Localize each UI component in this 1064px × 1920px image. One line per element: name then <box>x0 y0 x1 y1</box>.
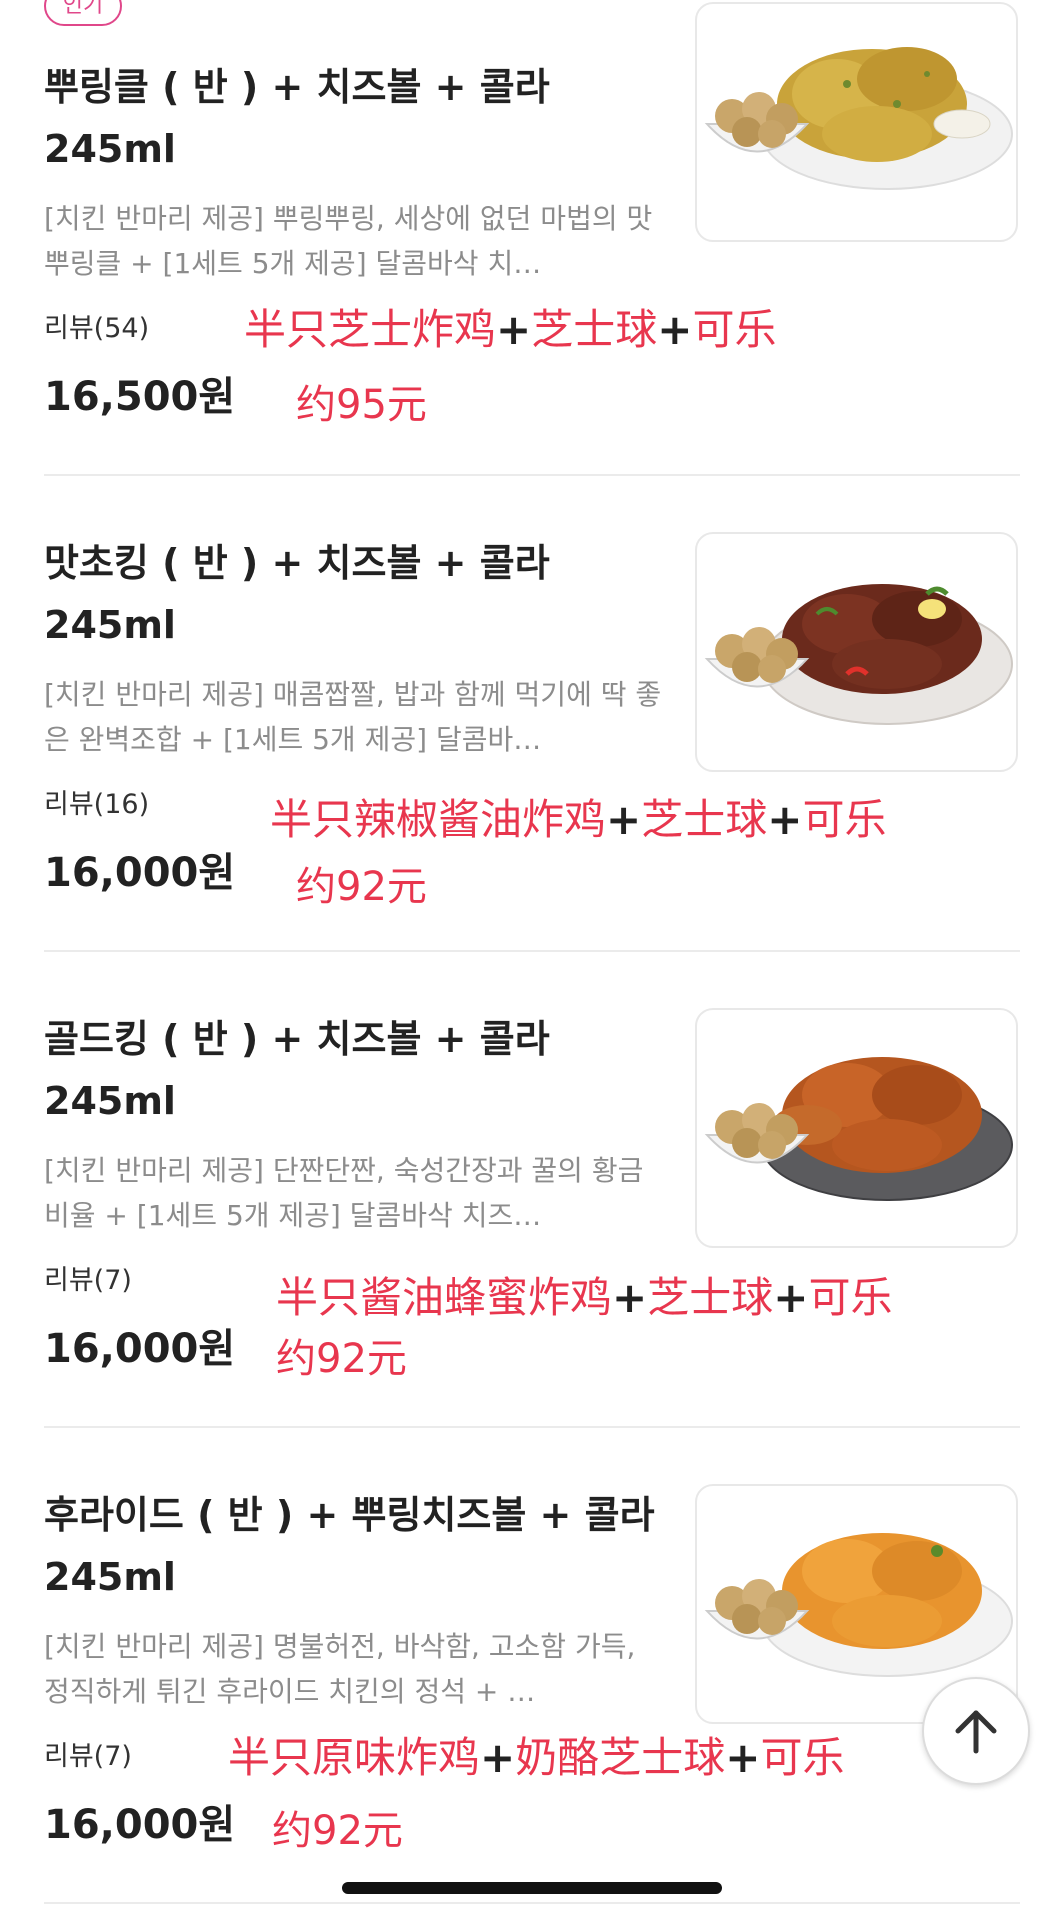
item-image[interactable] <box>695 532 1018 772</box>
note-part: 半只酱油蜂蜜炸鸡 <box>276 1273 613 1322</box>
note-part: 可乐 <box>692 305 777 354</box>
note-part: 可乐 <box>802 795 887 844</box>
arrow-up-icon <box>955 1710 997 1754</box>
note-plus: + <box>773 1273 809 1322</box>
home-indicator[interactable] <box>342 1882 722 1894</box>
note-plus: + <box>767 795 803 844</box>
note-part: 可乐 <box>760 1733 845 1782</box>
item-price: 16,000원 <box>44 1802 236 1848</box>
divider <box>44 1902 1020 1904</box>
note-plus: + <box>725 1733 761 1782</box>
item-review-count[interactable]: 리뷰(7) <box>44 1734 132 1773</box>
note-part: 半只辣椒酱油炸鸡 <box>270 795 607 844</box>
note-part: 半只芝士炸鸡 <box>244 305 497 354</box>
item-title: 후라이드 ( 반 ) + 뿌링치즈볼 + 콜라 245ml <box>44 1493 655 1599</box>
item-price: 16,000원 <box>44 1326 236 1372</box>
note-price: 约92元 <box>296 864 427 910</box>
item-image[interactable] <box>695 2 1018 242</box>
note-price: 约92元 <box>272 1808 403 1854</box>
item-price: 16,500원 <box>44 374 236 420</box>
menu-item[interactable]: 골드킹 ( 반 ) + 치즈볼 + 콜라 245ml [치킨 반마리 제공] 단… <box>0 952 1064 1427</box>
scroll-to-top-button[interactable] <box>922 1677 1030 1785</box>
item-title: 골드킹 ( 반 ) + 치즈볼 + 콜라 245ml <box>44 1017 550 1123</box>
note-price: 约95元 <box>296 382 427 428</box>
chicken-plate-image <box>704 47 1013 190</box>
note-part: 奶酪芝士球 <box>515 1733 726 1782</box>
note-part: 芝士球 <box>641 795 768 844</box>
item-price: 16,000원 <box>44 850 236 896</box>
item-title: 뿌링클 ( 반 ) + 치즈볼 + 콜라 245ml <box>44 65 550 171</box>
note-part: 芝士球 <box>531 305 658 354</box>
item-description: [치킨 반마리 제공] 단짠단짠, 숙성간장과 꿀의 황금비율 + [1세트 5… <box>44 1154 644 1232</box>
note-plus: + <box>480 1733 516 1782</box>
note-plus: + <box>612 1273 648 1322</box>
item-description: [치킨 반마리 제공] 뿌링뿌링, 세상에 없던 마법의 맛 뿌링클 + [1세… <box>44 202 653 280</box>
item-description: [치킨 반마리 제공] 명불허전, 바삭함, 고소함 가득, 정직하게 튀긴 후… <box>44 1630 636 1708</box>
handwritten-note: 半只芝士炸鸡+芝士球+可乐 <box>244 296 776 357</box>
note-part: 芝士球 <box>647 1273 774 1322</box>
note-plus: + <box>606 795 642 844</box>
item-description: [치킨 반마리 제공] 매콤짭짤, 밥과 함께 먹기에 딱 좋은 완벽조합 + … <box>44 678 662 756</box>
item-review-count[interactable]: 리뷰(54) <box>44 306 149 345</box>
note-part: 可乐 <box>808 1273 893 1322</box>
chicken-plate-image <box>704 1057 1013 1201</box>
handwritten-note: 半只酱油蜂蜜炸鸡+芝士球+可乐 <box>276 1264 892 1325</box>
menu-item[interactable]: 뿌링클 ( 반 ) + 치즈볼 + 콜라 245ml [치킨 반마리 제공] 뿌… <box>0 0 1064 475</box>
note-part: 半只原味炸鸡 <box>228 1733 481 1782</box>
handwritten-note: 半只原味炸鸡+奶酪芝士球+可乐 <box>228 1724 844 1785</box>
item-image[interactable] <box>695 1008 1018 1248</box>
note-plus: + <box>657 305 693 354</box>
item-review-count[interactable]: 리뷰(16) <box>44 782 149 821</box>
note-plus: + <box>496 305 532 354</box>
handwritten-note: 半只辣椒酱油炸鸡+芝士球+可乐 <box>270 786 886 847</box>
note-price: 约92元 <box>276 1336 407 1382</box>
menu-item[interactable]: 맛초킹 ( 반 ) + 치즈볼 + 콜라 245ml [치킨 반마리 제공] 매… <box>0 476 1064 951</box>
menu-item[interactable]: 후라이드 ( 반 ) + 뿌링치즈볼 + 콜라 245ml [치킨 반마리 제공… <box>0 1428 1064 1903</box>
chicken-plate-image <box>704 584 1013 725</box>
item-review-count[interactable]: 리뷰(7) <box>44 1258 132 1297</box>
menu-list-page: 인기 뿌링클 ( 반 ) + 치즈볼 + 콜라 245ml [치킨 반마리 제공… <box>0 0 1064 1920</box>
item-title: 맛초킹 ( 반 ) + 치즈볼 + 콜라 245ml <box>44 541 550 647</box>
